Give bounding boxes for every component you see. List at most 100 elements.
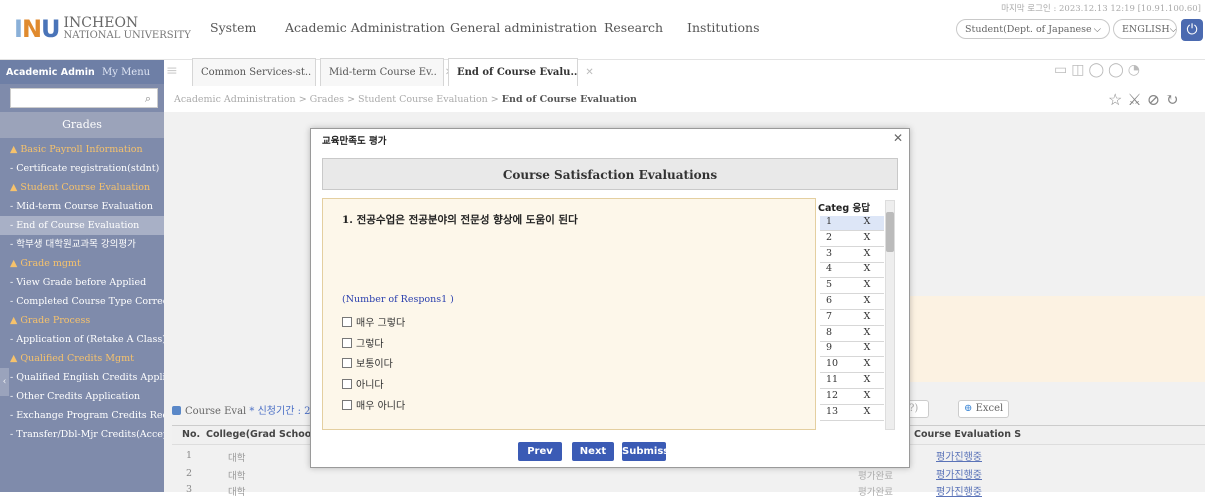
table-row-eval-link[interactable]: 평가진행중 — [936, 483, 982, 498]
page-tool-icons[interactable]: ☆⚔⊘↻ — [1108, 90, 1184, 109]
option-very-agree[interactable]: 매우 그렇다 — [342, 314, 405, 329]
submit-button[interactable]: Submissi — [622, 442, 666, 461]
logout-power-icon[interactable]: ⏻ — [1181, 19, 1203, 41]
search-icon: ⌕ — [144, 92, 151, 105]
col-eval-status[interactable]: Course Evaluation S — [914, 429, 1021, 440]
close-icon[interactable]: ✕ — [585, 67, 593, 78]
category-number: 3 — [826, 247, 833, 259]
option-agree[interactable]: 그렇다 — [342, 335, 384, 350]
sidebar-item[interactable]: - Certificate registration(stdnt) — [0, 159, 164, 178]
tab-end-of-course-eval[interactable]: End of Course Evalu.. ✕ — [448, 58, 594, 86]
sidebar-item[interactable]: - Completed Course Type Correctio — [0, 292, 164, 311]
star-icon[interactable]: ☆ — [1108, 90, 1127, 109]
help-icon[interactable]: ⊘ — [1147, 90, 1165, 109]
course-eval-label: Course Eval — [185, 406, 247, 417]
category-row[interactable]: 6X — [820, 295, 884, 310]
excel-button[interactable]: ⊕ Excel — [958, 400, 1010, 418]
category-answer: X — [863, 326, 871, 338]
question-text: 1. 전공수업은 전공분야의 전문성 향상에 도움이 된다 — [342, 214, 578, 226]
sidebar-item[interactable]: - Transfer/Dbl-Mjr Credits(Accepte — [0, 425, 164, 444]
sidebar-item[interactable]: - Mid-term Course Evaluation — [0, 197, 164, 216]
category-row[interactable]: 4X — [820, 263, 884, 279]
category-answer: X — [863, 216, 871, 227]
category-number: 6 — [826, 295, 833, 306]
sidebar-item[interactable]: - View Grade before Applied — [0, 273, 164, 292]
option-label: 매우 아니다 — [356, 401, 406, 412]
chevron-down-icon: ⌵ — [1169, 23, 1177, 35]
left-tab-academic-admin[interactable]: Academic Administ — [0, 67, 94, 78]
role-select[interactable]: Student(Dept. of Japanese Lang ⌵ — [956, 19, 1110, 39]
category-row[interactable]: 9X — [820, 342, 884, 358]
checkbox[interactable] — [342, 400, 352, 410]
university-logo[interactable]: INU INCHEON NATIONAL UNIVERSITY — [14, 14, 191, 44]
sidebar-collapse-handle[interactable]: ‹ — [0, 368, 9, 396]
sidebar-item[interactable]: - End of Course Evaluation — [0, 216, 164, 235]
option-label: 아니다 — [356, 380, 384, 391]
checkbox[interactable] — [342, 358, 352, 368]
next-button[interactable]: Next — [572, 442, 614, 461]
category-answer: X — [863, 279, 871, 291]
col-no[interactable]: No. — [182, 429, 200, 440]
checkbox[interactable] — [342, 338, 352, 348]
option-label: 보통이다 — [356, 359, 393, 370]
close-icon[interactable]: ✕ — [893, 131, 903, 145]
category-row[interactable]: 8X — [820, 327, 884, 342]
tab-common-services[interactable]: Common Services-st..✕ — [192, 58, 328, 86]
category-row[interactable]: 11 X — [820, 374, 884, 389]
sidebar-item[interactable]: - Application of (Retake A Class) — [0, 330, 164, 349]
course-eval-title: Course Eval * 신청기간 : 202 — [172, 402, 323, 417]
answer-header: 응답 — [852, 203, 870, 214]
table-row-college: 대학 — [228, 487, 246, 498]
category-row[interactable]: 3X — [820, 248, 884, 263]
refresh-icon[interactable]: ↻ — [1165, 90, 1183, 109]
sidebar-item[interactable]: - Qualified English Credits Applica — [0, 368, 164, 387]
window-control-icons[interactable]: ▭◫◯◯◔ — [1054, 62, 1144, 78]
sidebar-group[interactable]: ▲ Qualified Credits Mgmt — [0, 349, 164, 368]
language-select[interactable]: ENGLISH ⌵ — [1113, 19, 1177, 39]
prev-button[interactable]: Prev — [518, 442, 562, 461]
category-row[interactable]: 13 X — [820, 406, 884, 421]
sidebar-group[interactable]: ▲ Grade Process — [0, 311, 164, 330]
nav-academic-administration[interactable]: Academic Administration — [285, 20, 445, 35]
nav-research[interactable]: Research — [604, 20, 663, 35]
scrollbar-thumb[interactable] — [886, 212, 894, 252]
hamburger-menu-icon[interactable]: ≡ — [166, 63, 184, 81]
left-tab-my-menu[interactable]: My Menu — [94, 67, 150, 78]
option-disagree[interactable]: 아니다 — [342, 376, 384, 391]
nav-institutions[interactable]: Institutions — [687, 20, 760, 35]
nav-system[interactable]: System — [210, 20, 256, 35]
section-icon — [172, 406, 181, 415]
category-number: 1 — [826, 216, 833, 227]
option-very-disagree[interactable]: 매우 아니다 — [342, 397, 405, 412]
tab-mid-term-course-eval[interactable]: Mid-term Course Ev..✕ — [320, 58, 453, 86]
category-row[interactable]: 7X — [820, 311, 884, 326]
sidebar-item[interactable]: - Other Credits Application — [0, 387, 164, 406]
category-row[interactable]: 10 X — [820, 358, 884, 374]
sidebar-group[interactable]: ▲ Student Course Evaluation — [0, 178, 164, 197]
table-row-eval-link[interactable]: 평가진행중 — [936, 466, 982, 481]
category-answer: X — [863, 405, 871, 417]
category-number: 12 — [826, 389, 839, 401]
table-row-eval-link[interactable]: 평가진행중 — [936, 448, 982, 463]
sidebar-item[interactable]: - Exchange Program Credits Reque — [0, 406, 164, 425]
checkbox[interactable] — [342, 379, 352, 389]
category-row[interactable]: 2X — [820, 232, 884, 247]
sidebar-group[interactable]: ▲ Grade mgmt — [0, 254, 164, 273]
unpin-icon[interactable]: ⚔ — [1127, 90, 1146, 109]
table-row-no: 3 — [186, 484, 193, 495]
option-neutral[interactable]: 보통이다 — [342, 355, 393, 370]
nav-general-administration[interactable]: General administration — [450, 20, 597, 35]
sidebar-group[interactable]: ▲ Basic Payroll Information — [0, 140, 164, 159]
checkbox[interactable] — [342, 317, 352, 327]
col-college[interactable]: College(Grad Schoo — [206, 429, 311, 440]
category-answer: X — [863, 358, 871, 370]
category-answer: X — [863, 342, 871, 354]
sidebar-item[interactable]: - 학부생 대학원교과목 강의평가 — [0, 235, 164, 254]
category-row[interactable]: 5X — [820, 279, 884, 295]
excel-icon: ⊕ — [964, 403, 973, 414]
sidebar-search-input[interactable]: ⌕ — [10, 88, 158, 108]
category-row[interactable]: 1X — [820, 216, 884, 231]
category-answer: X — [863, 310, 871, 322]
category-number: 7 — [826, 310, 833, 322]
category-row[interactable]: 12 X — [820, 390, 884, 405]
